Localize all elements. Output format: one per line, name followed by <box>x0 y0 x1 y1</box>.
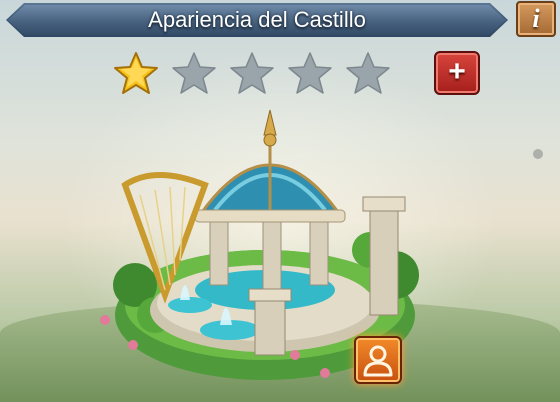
moon-decoration <box>533 149 543 159</box>
preview-avatar-button[interactable] <box>354 336 402 384</box>
title-banner: Apariencia del Castillo <box>6 3 508 37</box>
person-icon <box>363 345 393 377</box>
star-icon-empty <box>172 52 216 94</box>
star-icon-empty <box>230 52 274 94</box>
star-icon-filled <box>114 52 158 94</box>
info-button[interactable]: i <box>516 1 556 37</box>
star-icon-empty <box>288 52 332 94</box>
page-title: Apariencia del Castillo <box>148 7 366 32</box>
star-icon-empty <box>346 52 390 94</box>
add-star-button[interactable]: + <box>434 51 480 95</box>
